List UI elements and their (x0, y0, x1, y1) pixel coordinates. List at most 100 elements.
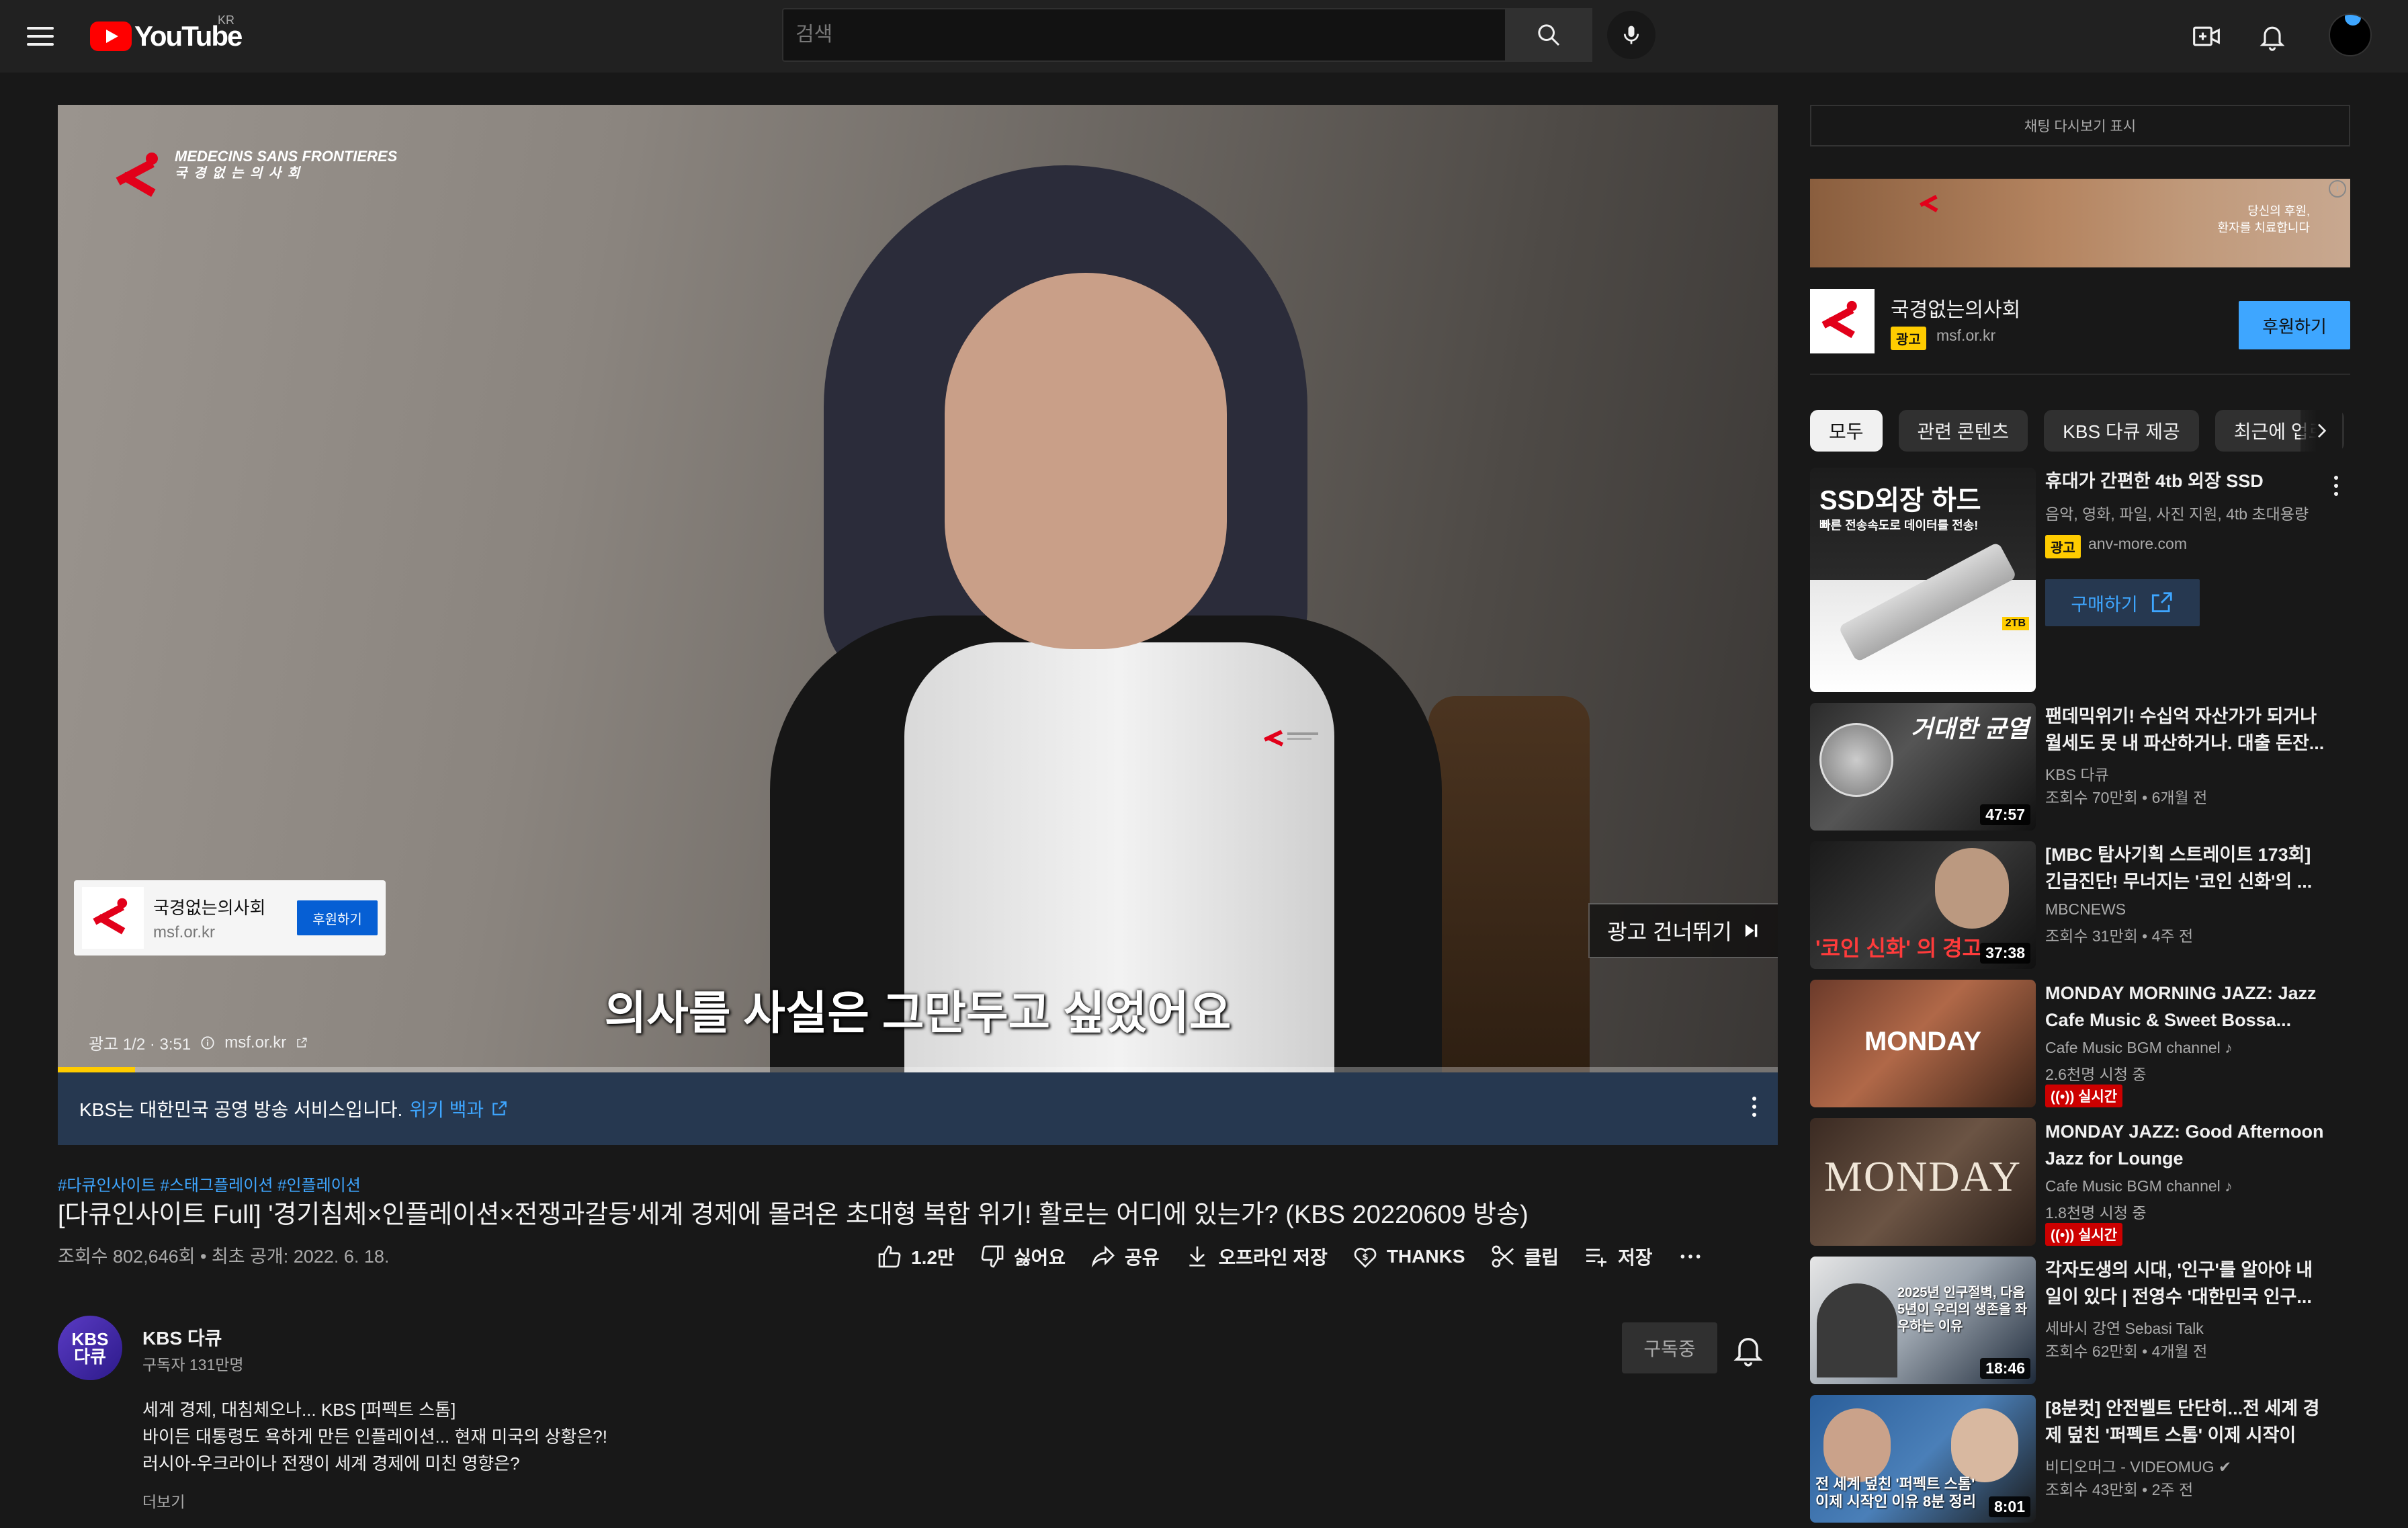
share-icon (1091, 1245, 1115, 1268)
ad-badge: 광고 (2045, 535, 2081, 558)
video-player[interactable]: MEDECINS SANS FRONTIERES 국 경 없 는 의 사 회 의… (58, 105, 1778, 1072)
video-title-link[interactable]: 팬데믹위기! 수십억 자산가가 되거나 월세도 못 내 파산하거나. 대출 돈잔… (2045, 703, 2327, 757)
like-count: 1.2만 (911, 1247, 955, 1268)
subscribed-button[interactable]: 구독중 (1622, 1322, 1717, 1373)
promo-title[interactable]: 휴대가 간편한 4tb 외장 SSD (2045, 468, 2327, 495)
list-item[interactable]: MONDAY MONDAY JAZZ: Good Afternoon Jazz … (1810, 1118, 2350, 1246)
clip-button[interactable]: 클립 (1490, 1243, 1559, 1270)
info-panel-more-icon[interactable] (1752, 1097, 1758, 1117)
coin-shape (1819, 723, 1893, 797)
hashtags[interactable]: #다큐인사이트 #스태그플레이션 #인플레이션 (58, 1172, 361, 1195)
sidebar-ad-logo (1810, 289, 1875, 353)
action-bar: 1.2만 싫어요 공유 오프라인 저장 $ THANKS 클립 저장 (876, 1236, 1704, 1277)
save-button[interactable]: 저장 (1583, 1243, 1653, 1270)
download-label: 오프라인 저장 (1218, 1247, 1328, 1268)
duration: 18:46 (1980, 1358, 2030, 1379)
more-actions-button[interactable] (1677, 1243, 1704, 1270)
channel-name[interactable]: 비디오머그 - VIDEOMUG ✔ (2045, 1454, 2231, 1477)
thanks-button[interactable]: $ THANKS (1352, 1243, 1465, 1270)
skip-next-icon (1745, 924, 1758, 937)
sidebar-donate-button[interactable]: 후원하기 (2239, 301, 2350, 349)
ad-info-icon[interactable]: i (2329, 180, 2346, 198)
buy-button[interactable]: 구매하기 (2045, 579, 2200, 626)
list-item[interactable]: MONDAY MONDAY MORNING JAZZ: Jazz Cafe Mu… (1810, 980, 2350, 1107)
promoted-item[interactable]: SSD외장 하드 빠른 전송속도로 데이터를 전송! 2TB 휴대가 간편한 4… (1810, 468, 2350, 692)
share-button[interactable]: 공유 (1090, 1243, 1160, 1270)
chip-all[interactable]: 모두 (1810, 410, 1883, 452)
video-thumbnail[interactable]: 거대한 균열 47:57 (1810, 703, 2036, 831)
channel-name[interactable]: 세바시 강연 Sebasi Talk (2045, 1316, 2204, 1339)
list-item[interactable]: '코인 신화' 의 경고 37:38 [MBC 탐사기획 스트레이트 173회]… (1810, 841, 2350, 969)
msf-name-ko: 국 경 없 는 의 사 회 (175, 166, 302, 181)
chat-replay-button[interactable]: 채팅 다시보기 표시 (1810, 105, 2350, 146)
video-thumbnail[interactable]: '코인 신화' 의 경고 37:38 (1810, 841, 2036, 969)
video-thumbnail[interactable]: MONDAY (1810, 980, 2036, 1107)
voice-search-button[interactable] (1607, 11, 1656, 59)
list-item[interactable]: 거대한 균열 47:57 팬데믹위기! 수십억 자산가가 되거나 월세도 못 내… (1810, 703, 2350, 831)
chips-next-button[interactable] (2300, 410, 2342, 452)
show-more-button[interactable]: 더보기 (142, 1489, 185, 1512)
channel-avatar[interactable]: KBS 다큐 (58, 1316, 122, 1380)
ad-domain-link[interactable]: msf.or.kr (224, 1033, 286, 1052)
info-icon[interactable] (200, 1035, 215, 1050)
promo-thumbnail[interactable]: SSD외장 하드 빠른 전송속도로 데이터를 전송! 2TB (1810, 468, 2036, 692)
download-icon (1189, 1246, 1205, 1267)
list-item[interactable]: 전 세계 덮친 '퍼펙트 스톰' 이제 시작인 이유 8분 정리 8:01 [8… (1810, 1395, 2350, 1523)
account-avatar[interactable] (2329, 13, 2372, 56)
filter-chips: 모두 관련 콘텐츠 KBS 다큐 제공 최근에 업로 (1810, 410, 2350, 452)
player-ad-card[interactable]: 국경없는의사회 msf.or.kr 후원하기 (74, 880, 386, 956)
dislike-button[interactable]: 싫어요 (979, 1243, 1066, 1270)
channel-name[interactable]: KBS 다큐 (142, 1324, 222, 1351)
promo-more-icon[interactable] (2334, 476, 2338, 496)
video-title-link[interactable]: 각자도생의 시대, '인구'를 알아야 내 일이 있다 | 전영수 '대한민국 … (2045, 1257, 2327, 1310)
chip-related[interactable]: 관련 콘텐츠 (1898, 410, 2028, 452)
duration: 47:57 (1980, 804, 2030, 825)
svg-text:$: $ (1362, 1253, 1368, 1263)
save-label: 저장 (1618, 1247, 1653, 1268)
live-badge: ((•)) 실시간 (2045, 1085, 2123, 1107)
ad-card-donate-button[interactable]: 후원하기 (297, 900, 378, 935)
search-input[interactable] (796, 24, 1505, 46)
video-title-link[interactable]: MONDAY JAZZ: Good Afternoon Jazz for Lou… (2045, 1118, 2327, 1172)
chip-channel[interactable]: KBS 다큐 제공 (2044, 410, 2199, 452)
video-title-link[interactable]: [MBC 탐사기획 스트레이트 173회] 긴급진단! 무너지는 '코인 신화'… (2045, 841, 2327, 895)
channel-name[interactable]: Cafe Music BGM channel ♪ (2045, 1039, 2233, 1057)
bell-icon (1733, 1338, 1763, 1367)
search-button[interactable] (1505, 8, 1592, 62)
microphone-icon (1623, 26, 1639, 44)
music-note-icon: ♪ (2225, 1177, 2233, 1195)
video-thumbnail[interactable]: MONDAY (1810, 1118, 2036, 1246)
list-item[interactable]: 2025년 인구절벽, 다음 5년이 우리의 생존을 좌우하는 이유 18:46… (1810, 1257, 2350, 1384)
sidebar-ad-domain: msf.or.kr (1936, 327, 1996, 344)
msf-emblem-icon (93, 898, 128, 935)
wiki-link[interactable]: 위키 백과 (409, 1095, 484, 1122)
ad-progress-bar[interactable] (58, 1067, 1778, 1072)
channel-name[interactable]: KBS 다큐 (2045, 762, 2109, 785)
notifications-button[interactable] (2253, 17, 2291, 55)
video-title-link[interactable]: MONDAY MORNING JAZZ: Jazz Cafe Music & S… (2045, 980, 2327, 1033)
youtube-logo[interactable]: YouTube KR (90, 13, 243, 52)
video-meta: 조회수 62만회 • 4개월 전 (2045, 1343, 2208, 1360)
playlist-add-icon (1586, 1248, 1607, 1267)
menu-icon[interactable] (27, 20, 59, 52)
video-meta: 조회수 31만회 • 4주 전 (2045, 927, 2194, 945)
video-meta: 2.6천명 시청 중 (2045, 1066, 2147, 1083)
create-video-button[interactable] (2188, 17, 2225, 55)
ad-info: 광고 1/2 · 3:51 msf.or.kr (89, 1031, 308, 1054)
subtitle-text: 의사를 사실은 그만두고 싶었어요 (604, 988, 1232, 1039)
channel-notification-button[interactable] (1731, 1332, 1766, 1367)
video-thumbnail[interactable]: 2025년 인구절벽, 다음 5년이 우리의 생존을 좌우하는 이유 18:46 (1810, 1257, 2036, 1384)
promo-thumb-sub: 빠른 전송속도로 데이터를 전송! (1819, 519, 1979, 532)
verified-icon: ✔ (2218, 1458, 2232, 1476)
info-panel-text: KBS는 대한민국 공영 방송 서비스입니다. (79, 1099, 403, 1120)
external-link-icon (2151, 592, 2172, 613)
sidebar-ad[interactable]: 국경없는의사회 광고 msf.or.kr 후원하기 (1810, 289, 2350, 353)
channel-name[interactable]: MBCNEWS (2045, 900, 2126, 919)
download-button[interactable]: 오프라인 저장 (1184, 1243, 1328, 1270)
video-thumbnail[interactable]: 전 세계 덮친 '퍼펙트 스톰' 이제 시작인 이유 8분 정리 8:01 (1810, 1395, 2036, 1523)
skip-ad-button[interactable]: 광고 건너뛰기 (1588, 903, 1778, 958)
video-title-link[interactable]: [8분컷] 안전벨트 단단히...전 세계 경제 덮친 '퍼펙트 스톰' 이제 … (2045, 1395, 2327, 1449)
channel-name[interactable]: Cafe Music BGM channel ♪ (2045, 1177, 2233, 1195)
sidebar-banner-ad[interactable]: 당신의 후원, 환자를 치료합니다 (1810, 179, 2350, 267)
like-button[interactable]: 1.2만 (876, 1243, 955, 1270)
